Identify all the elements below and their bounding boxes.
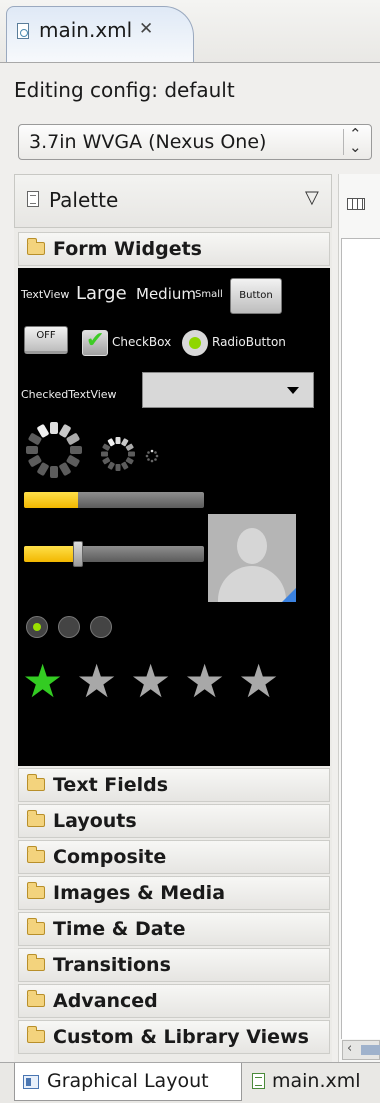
graphical-layout-icon [23,1075,39,1089]
category-label: Time & Date [53,918,186,940]
editor-bottom-tabs: Graphical Layout main.xml [0,1062,380,1103]
category-text-fields[interactable]: Text Fields [18,768,330,802]
radio-group-dot-1[interactable] [26,616,48,638]
editor-tab-strip: main.xml ✕ [0,0,380,63]
tab-label: main.xml [272,1070,361,1092]
radio-group-dot-2[interactable] [58,616,80,638]
folder-open-icon [27,238,45,255]
widget-textview[interactable]: TextView [21,288,69,301]
medium-spinner-icon [101,437,135,471]
tab-graphical-layout[interactable]: Graphical Layout [14,1063,242,1101]
widget-button[interactable]: Button [230,278,282,314]
close-icon[interactable]: ✕ [139,19,153,39]
scroll-left-icon[interactable]: ‹ [347,1041,352,1056]
star-filled-icon[interactable]: ★ [22,658,63,704]
category-images-media[interactable]: Images & Media [18,876,330,910]
device-select[interactable]: 3.7in WVGA (Nexus One) ⌃ ⌄ [18,124,372,160]
category-label: Layouts [53,810,137,832]
widget-large-text[interactable]: Large [76,283,127,304]
palette-panel: Palette ▽ Form Widgets TextView Large Me… [14,174,332,1062]
widget-toggle-button[interactable]: OFF [24,326,68,354]
category-label: Images & Media [53,882,226,904]
category-label: Form Widgets [53,238,202,260]
form-widgets-preview: TextView Large Medium Small Button OFF C… [18,268,330,766]
category-label: Advanced [53,990,158,1012]
view-menu-icon[interactable]: ▽ [305,187,319,208]
xml-source-icon [252,1073,265,1089]
layout-toolbar-icon[interactable] [347,198,365,210]
category-advanced[interactable]: Advanced [18,984,330,1018]
category-label: Composite [53,846,167,868]
star-empty-icon[interactable]: ★ [238,658,279,704]
category-layouts[interactable]: Layouts [18,804,330,838]
horizontal-scrollbar[interactable]: ‹ [342,1040,380,1060]
radio-group-dot-3[interactable] [90,616,112,638]
star-empty-icon[interactable]: ★ [76,658,117,704]
layout-canvas-area [338,174,380,1062]
category-label: Transitions [53,954,171,976]
widget-progress-bar [24,492,204,508]
palette-title: Palette [49,188,119,212]
seek-bar-fill [24,546,78,562]
widget-radio-icon[interactable] [182,330,208,356]
folder-icon [27,846,45,863]
widget-rating-bar[interactable]: ★ ★ ★ ★ ★ [22,658,322,708]
category-composite[interactable]: Composite [18,840,330,874]
widget-radio-label: RadioButton [212,335,286,349]
category-label: Custom & Library Views [53,1026,309,1048]
xml-file-icon [17,23,29,39]
small-spinner-icon [145,449,159,463]
editor-tab-main-xml[interactable]: main.xml ✕ [6,6,194,62]
image-corner-badge [282,588,296,602]
widget-checked-textview[interactable]: CheckedTextView [21,388,117,401]
category-transitions[interactable]: Transitions [18,948,330,982]
star-empty-icon[interactable]: ★ [130,658,171,704]
device-select-divider [343,129,344,155]
widget-medium-text[interactable]: Medium [136,285,196,303]
palette-header: Palette ▽ [14,174,332,228]
widget-progress-spinners[interactable] [22,420,162,480]
palette-icon [27,191,39,207]
category-custom-library-views[interactable]: Custom & Library Views [18,1020,330,1054]
folder-icon [27,954,45,971]
folder-icon [27,1026,45,1043]
progress-bar-fill [24,492,78,508]
widget-spinner[interactable] [142,372,314,408]
category-time-date[interactable]: Time & Date [18,912,330,946]
large-spinner-icon [26,422,82,478]
editing-config-label: Editing config: default [14,78,235,102]
tab-label: Graphical Layout [47,1070,209,1092]
widget-image-view[interactable] [208,514,296,602]
folder-icon [27,882,45,899]
star-empty-icon[interactable]: ★ [184,658,225,704]
editor-tab-label: main.xml [39,18,133,42]
tab-main-xml[interactable]: main.xml [246,1063,380,1101]
folder-icon [27,918,45,935]
category-label: Text Fields [53,774,169,796]
category-form-widgets[interactable]: Form Widgets [18,232,330,266]
chevron-up-down-icon: ⌃ ⌄ [349,125,362,156]
folder-icon [27,990,45,1007]
folder-icon [27,810,45,827]
scrollbar-thumb[interactable] [361,1045,380,1055]
widget-seek-bar[interactable] [24,546,204,562]
layout-canvas[interactable] [341,238,380,1039]
seek-bar-thumb[interactable] [73,541,83,567]
widget-checkbox-label: CheckBox [112,335,172,349]
widget-checkbox-icon[interactable] [82,328,108,356]
widget-small-text[interactable]: Small [195,289,223,300]
device-select-value: 3.7in WVGA (Nexus One) [29,131,267,153]
folder-icon [27,774,45,791]
